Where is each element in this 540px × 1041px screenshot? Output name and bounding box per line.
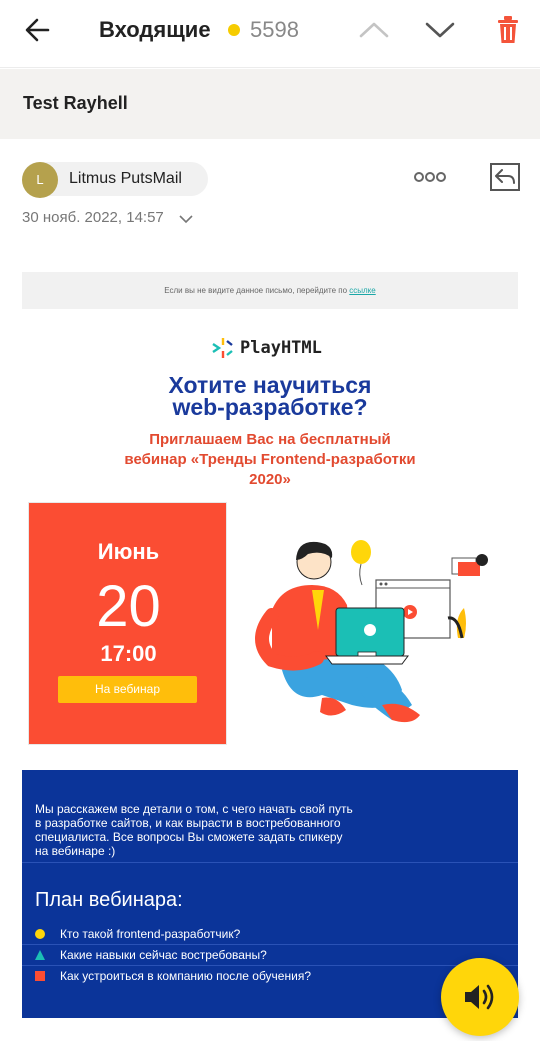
event-month: Июнь	[97, 539, 160, 564]
chevron-down-icon[interactable]	[178, 212, 194, 224]
chevron-up-icon[interactable]	[356, 14, 392, 46]
info-text-line: на вебинаре :)	[35, 844, 116, 858]
logo-icon	[212, 338, 233, 358]
preheader: Если вы не видите данное письмо, перейди…	[22, 272, 518, 309]
event-day: 20	[96, 574, 161, 639]
avatar: L	[22, 162, 58, 198]
preheader-link[interactable]: ссылке	[349, 286, 375, 295]
sender-chip[interactable]: L Litmus PutsMail	[22, 162, 208, 198]
info-text-line: в разработке сайтов, и как вырасти в вос…	[35, 816, 341, 830]
trash-icon[interactable]	[490, 12, 526, 48]
plan-item-label: Какие навыки сейчас востребованы?	[60, 948, 267, 962]
teal-triangle-icon	[35, 950, 45, 960]
logo-text: PlayHTML	[240, 338, 322, 358]
plan-title: План вебинара:	[35, 889, 183, 911]
red-square-icon	[35, 971, 45, 981]
reply-icon[interactable]	[488, 160, 522, 194]
plan-item: Кто такой frontend-разработчик?	[22, 924, 518, 945]
subhead-line: Приглашаем Вас на бесплатный	[149, 431, 391, 448]
folder-title: Входящие	[99, 17, 211, 42]
preheader-text: Если вы не видите данное письмо, перейди…	[164, 286, 348, 295]
message-date: 30 нояб. 2022, 14:57	[22, 209, 164, 226]
sender-name: Litmus PutsMail	[69, 170, 182, 187]
info-text: Мы расскажем все детали о том, с чего на…	[35, 802, 395, 858]
info-text-line: специалиста. Все вопросы Вы сможете зада…	[35, 830, 343, 844]
subhead: Приглашаем Вас на бесплатный вебинар «Тр…	[0, 430, 540, 490]
message-subject: Test Rayhell	[23, 93, 128, 113]
speaker-button[interactable]	[441, 958, 519, 1036]
subject-bar: Test Rayhell	[0, 69, 540, 139]
subhead-line: вебинар «Тренды Frontend-разработки	[124, 451, 416, 468]
speaker-icon	[465, 984, 494, 1010]
top-bar: Входящие 5598	[0, 0, 540, 68]
event-card: Июнь 20 17:00 На вебинар	[28, 502, 227, 745]
event-time: 17:00	[100, 641, 157, 666]
back-arrow-icon[interactable]	[20, 12, 60, 48]
plan-item-label: Как устроиться в компанию после обучения…	[60, 969, 311, 983]
divider	[22, 862, 518, 863]
headline-line: web-разработке?	[172, 394, 368, 420]
yellow-circle-icon	[35, 929, 45, 939]
plan-item: Какие навыки сейчас востребованы?	[22, 945, 518, 966]
plan-item-label: Кто такой frontend-разработчик?	[60, 927, 241, 941]
developer-illustration	[255, 540, 488, 723]
webinar-button[interactable]: На вебинар	[58, 676, 197, 703]
info-text-line: Мы расскажем все детали о том, с чего на…	[35, 802, 353, 816]
headline: Хотите научиться web-разработке?	[0, 372, 540, 420]
more-options-icon[interactable]	[412, 166, 448, 188]
subhead-line: 2020»	[249, 471, 291, 488]
headline-line: Хотите научиться	[168, 372, 372, 398]
unread-dot	[228, 24, 240, 36]
unread-count: 5598	[250, 17, 299, 42]
chevron-down-icon[interactable]	[422, 14, 458, 46]
